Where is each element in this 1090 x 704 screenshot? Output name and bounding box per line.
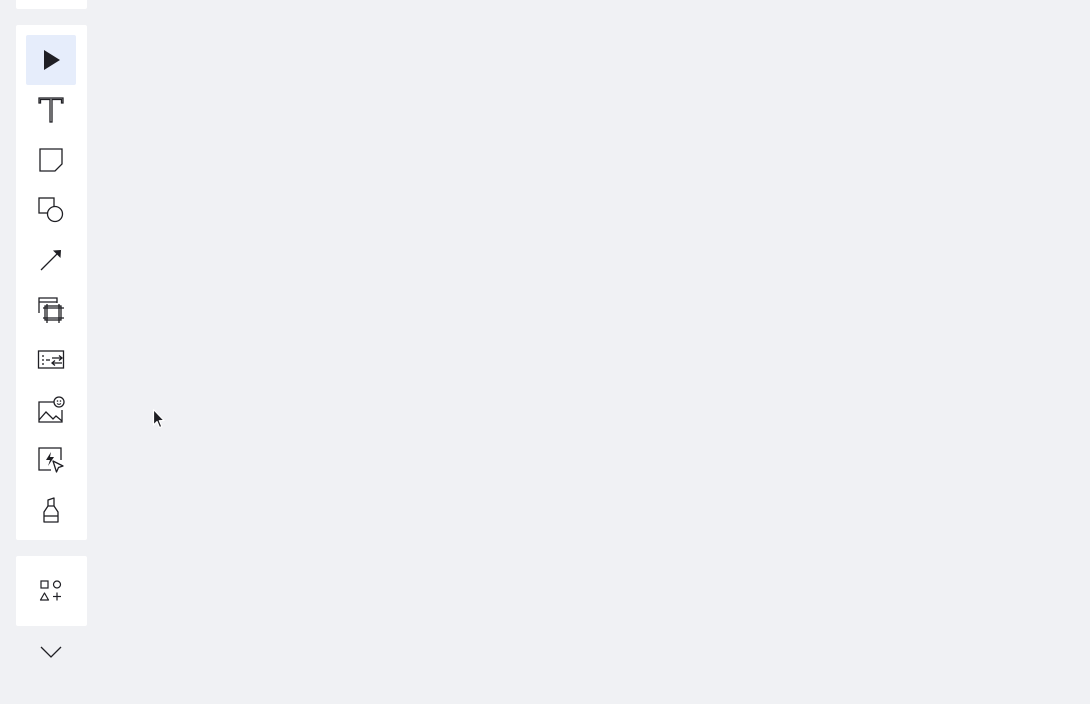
sticky-note-icon — [39, 148, 63, 172]
toolbar-collapse-toggle[interactable] — [26, 632, 76, 672]
more-apps-icon — [39, 580, 62, 601]
tool-interactive[interactable] — [26, 435, 76, 485]
tool-connection-line[interactable] — [26, 235, 76, 285]
toolbar-top-stub — [16, 0, 87, 9]
tool-more-apps[interactable] — [26, 566, 76, 616]
connection-line-icon — [40, 250, 61, 271]
tool-frame[interactable] — [26, 285, 76, 335]
marker-icon — [43, 497, 59, 523]
interactive-icon — [38, 447, 64, 473]
main-toolbar — [16, 25, 87, 540]
tool-image[interactable] — [26, 385, 76, 435]
tool-marker[interactable] — [26, 485, 76, 535]
image-icon — [38, 396, 65, 423]
text-icon — [38, 97, 64, 123]
tool-sticky-note[interactable] — [26, 135, 76, 185]
board-canvas[interactable] — [0, 0, 1090, 704]
chevron-down-icon — [40, 646, 62, 658]
frame-icon — [38, 297, 64, 323]
tool-text[interactable] — [26, 85, 76, 135]
select-arrow-icon — [44, 50, 60, 70]
tool-templates[interactable] — [26, 335, 76, 385]
templates-icon — [37, 350, 65, 369]
tool-shapes[interactable] — [26, 185, 76, 235]
shapes-icon — [38, 197, 64, 223]
extra-toolbar — [16, 556, 87, 626]
tool-select[interactable] — [26, 35, 76, 85]
